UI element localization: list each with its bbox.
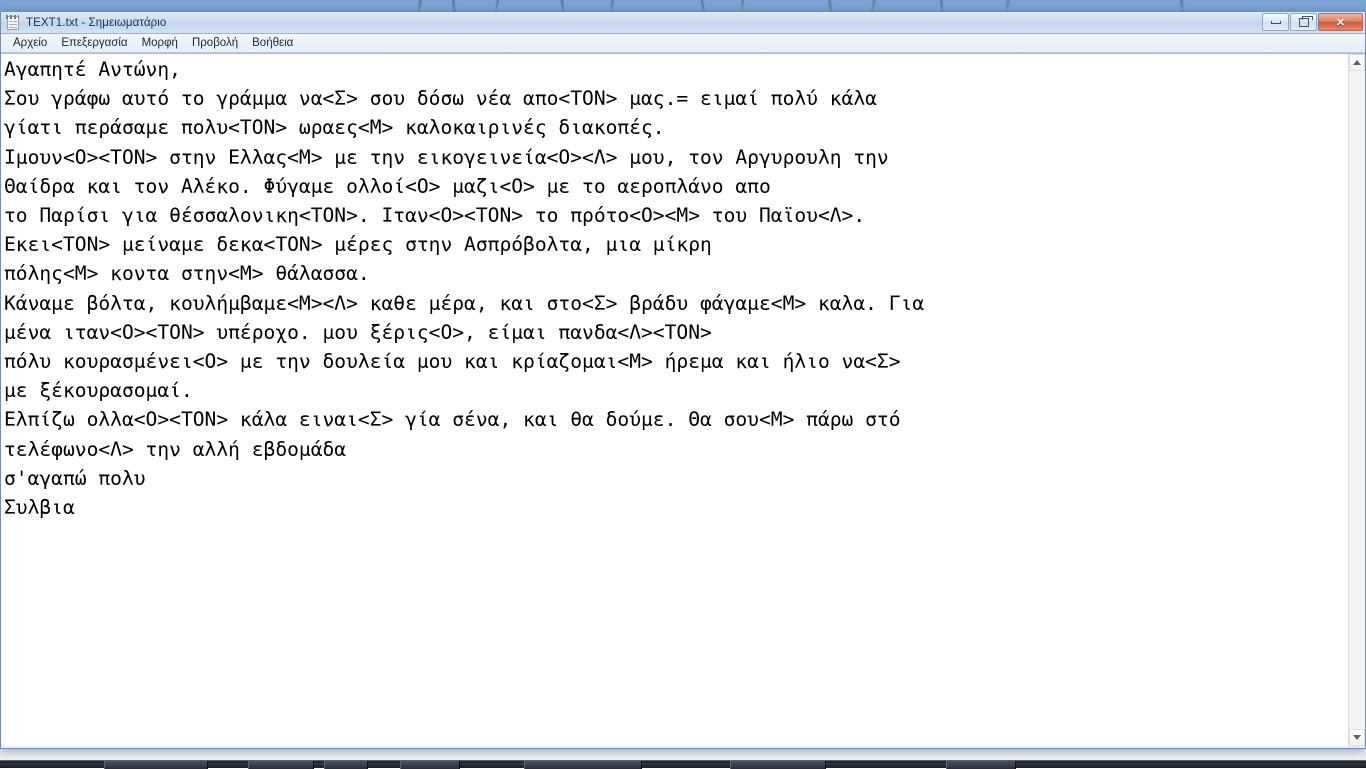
vertical-scrollbar[interactable] xyxy=(1348,54,1365,746)
notepad-window: TEXT1.txt - Σημειωματάριο ✕ Αρχείο Επεξε… xyxy=(0,12,1366,749)
window-bottom-edge xyxy=(1,746,1365,748)
restore-button[interactable] xyxy=(1290,13,1317,31)
taskbar[interactable] xyxy=(0,760,1366,768)
menu-help[interactable]: Βοήθεια xyxy=(245,36,300,50)
editor-area: Αγαπητέ Αντώνη, Σου γράφω αυτό το γράμμα… xyxy=(1,53,1365,746)
menu-file[interactable]: Αρχείο xyxy=(6,36,54,50)
scroll-up-icon xyxy=(1353,60,1361,65)
scroll-up-button[interactable] xyxy=(1349,54,1365,71)
minimize-icon xyxy=(1271,21,1281,24)
notepad-icon xyxy=(5,15,21,31)
restore-icon xyxy=(1299,18,1309,27)
scroll-down-icon xyxy=(1353,735,1361,740)
menu-edit[interactable]: Επεξεργασία xyxy=(54,36,134,50)
scrollbar-track[interactable] xyxy=(1349,71,1365,729)
scroll-down-button[interactable] xyxy=(1349,729,1365,746)
minimize-button[interactable] xyxy=(1262,13,1289,31)
menu-view[interactable]: Προβολή xyxy=(185,36,245,50)
window-title: TEXT1.txt - Σημειωματάριο xyxy=(26,17,166,29)
title-bar[interactable]: TEXT1.txt - Σημειωματάριο ✕ xyxy=(1,12,1365,34)
menu-format[interactable]: Μορφή xyxy=(135,36,185,50)
menu-bar: Αρχείο Επεξεργασία Μορφή Προβολή Βοήθεια xyxy=(1,34,1365,53)
close-button[interactable]: ✕ xyxy=(1318,13,1363,31)
text-editor[interactable]: Αγαπητέ Αντώνη, Σου γράφω αυτό το γράμμα… xyxy=(1,54,1348,746)
caption-buttons: ✕ xyxy=(1262,13,1363,31)
close-icon: ✕ xyxy=(1336,16,1345,29)
